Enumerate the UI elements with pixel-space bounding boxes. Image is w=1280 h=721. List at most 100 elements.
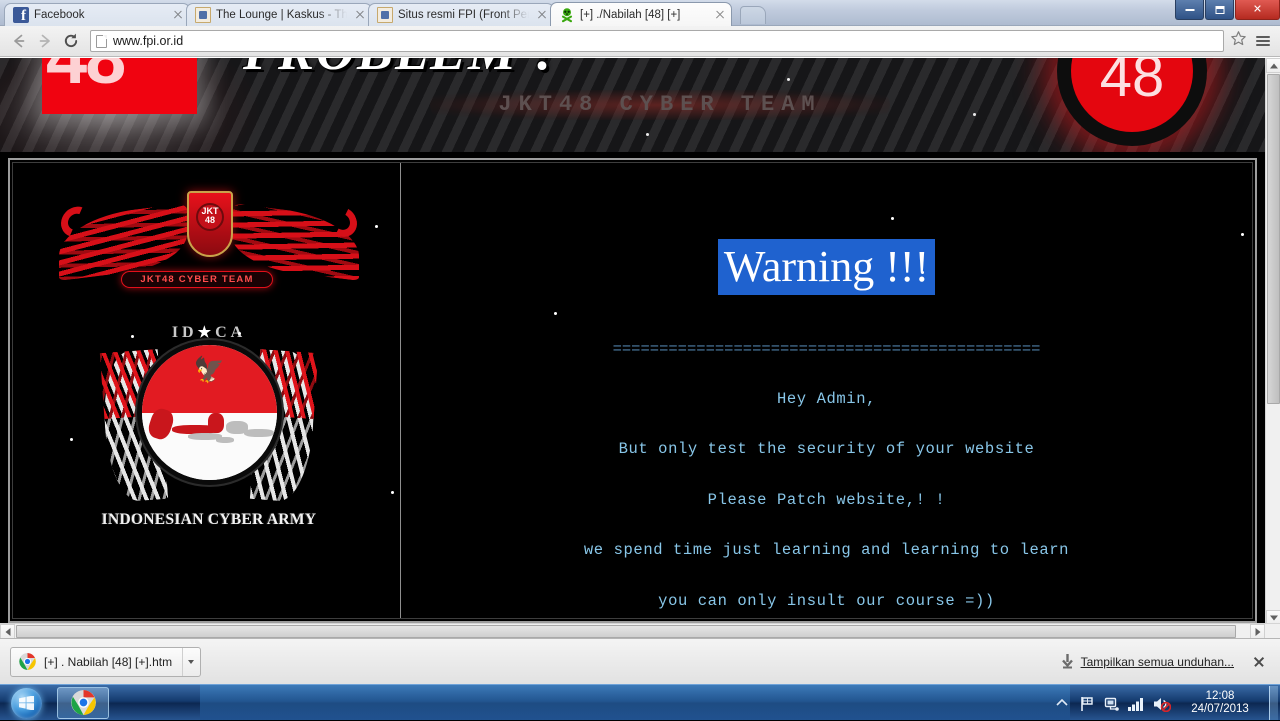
close-icon[interactable]: [1248, 651, 1270, 673]
tab-label: [+] ./Nabilah [48] [+]: [580, 8, 681, 21]
defaced-page: 48 PROBLEM ! JKT48 CYBER TEAM 48: [0, 58, 1265, 638]
tab-close-icon[interactable]: [713, 8, 727, 22]
new-tab-button[interactable]: [740, 6, 766, 24]
url-text: www.fpi.or.id: [113, 34, 184, 48]
tab-label: Facebook: [34, 9, 85, 21]
tab-close-icon[interactable]: [353, 8, 367, 22]
vertical-scroll-thumb[interactable]: [1267, 74, 1280, 404]
show-all-downloads-label: Tampilkan semua unduhan...: [1080, 654, 1234, 669]
logo-number: 48: [1099, 58, 1165, 109]
warning-title-wrap: Warning !!!: [401, 239, 1252, 295]
scroll-left-button[interactable]: [0, 624, 15, 638]
indonesian-cyber-army-logo: ID★CA 🦅 INDONESIAN CYBER ARMY: [99, 323, 319, 543]
dust-speck: [238, 332, 241, 335]
message-line: you can only insult our course =)): [658, 591, 995, 610]
vertical-scrollbar[interactable]: [1265, 58, 1280, 625]
taskbar-chrome-button[interactable]: [57, 686, 109, 719]
minimize-button[interactable]: [1175, 0, 1204, 20]
network-icon[interactable]: [1101, 693, 1122, 713]
tab-close-icon[interactable]: [171, 8, 185, 22]
page-viewport: 48 PROBLEM ! JKT48 CYBER TEAM 48: [0, 58, 1280, 638]
dust-speck: [891, 217, 894, 220]
page-banner: 48 PROBLEM ! JKT48 CYBER TEAM 48: [0, 58, 1265, 152]
chrome-icon: [19, 653, 36, 670]
dust-speck: [646, 133, 649, 136]
download-arrow-icon: [1061, 654, 1074, 669]
show-desktop-button[interactable]: [1269, 686, 1278, 720]
windows-flag-icon: [19, 695, 34, 710]
scrollbar-corner: [1265, 624, 1280, 638]
dust-speck: [1241, 233, 1244, 236]
indonesia-map: [145, 406, 277, 451]
chrome-icon: [70, 690, 96, 715]
tab-kaskus[interactable]: The Lounge | Kaskus - The: [186, 3, 372, 26]
message-line: Hey Admin,: [776, 389, 876, 408]
page-icon: [96, 34, 107, 48]
tab-close-icon[interactable]: [535, 8, 549, 22]
star-icon[interactable]: [1230, 30, 1252, 52]
forward-arrow-icon[interactable]: [32, 28, 58, 54]
address-bar[interactable]: www.fpi.or.id: [90, 30, 1224, 52]
start-orb-icon[interactable]: [4, 686, 50, 720]
system-tray: 12:08 24/07/2013: [1049, 685, 1280, 721]
action-center-flag-icon[interactable]: [1076, 693, 1097, 713]
windows-taskbar: 12:08 24/07/2013: [0, 684, 1280, 720]
dust-speck: [70, 438, 73, 441]
garuda-icon: 🦅: [193, 356, 226, 384]
dust-speck: [554, 312, 557, 315]
horizontal-scrollbar[interactable]: [0, 623, 1280, 638]
show-hidden-icons-caret[interactable]: [1051, 693, 1072, 713]
back-arrow-icon[interactable]: [6, 28, 32, 54]
show-all-downloads-button[interactable]: Tampilkan semua unduhan...: [1061, 654, 1234, 669]
dust-speck: [131, 335, 134, 338]
download-menu-caret-icon[interactable]: [182, 647, 198, 676]
wing-right: [231, 203, 362, 281]
dust-speck: [375, 225, 378, 228]
hamburger-menu-icon[interactable]: [1252, 28, 1274, 54]
browser-toolbar: www.fpi.or.id: [0, 26, 1280, 57]
wing-left: [56, 201, 187, 281]
generic-page-icon: [195, 7, 211, 23]
scroll-up-button[interactable]: [1266, 58, 1280, 73]
clock-date: 24/07/2013: [1191, 703, 1249, 715]
dust-speck: [391, 491, 394, 494]
clock-time: 12:08: [1205, 690, 1235, 702]
horizontal-scroll-thumb[interactable]: [16, 625, 1236, 638]
content-frame: JKT 48 JKT48 CYBER TEAM ID★CA 🦅 INDONESI…: [8, 158, 1257, 623]
left-logo-panel: JKT 48 JKT48 CYBER TEAM ID★CA 🦅 INDONESI…: [13, 163, 401, 618]
tab-facebook[interactable]: Facebook: [4, 3, 190, 26]
signal-bars-icon[interactable]: [1126, 693, 1147, 713]
close-button[interactable]: ✕: [1235, 0, 1280, 20]
download-item[interactable]: [+] . Nabilah [48] [+].htm: [10, 646, 202, 677]
divider-rule-top: ========================================…: [612, 339, 1041, 358]
shield-icon: JKT 48: [187, 191, 233, 257]
badge-number: 48: [40, 58, 200, 105]
reload-icon[interactable]: [58, 28, 84, 54]
download-file-name: [+] . Nabilah [48] [+].htm: [44, 654, 173, 669]
message-line: But only test the security of your websi…: [618, 440, 1035, 459]
dust-speck: [787, 78, 790, 81]
star-icon: ★: [197, 325, 216, 341]
facebook-icon: [13, 7, 29, 24]
message-line: we spend time just learning and learning…: [583, 541, 1070, 560]
ica-id-text: ID: [171, 324, 198, 341]
tab-nabilah[interactable]: [+] ./Nabilah [48] [+]: [550, 2, 732, 26]
download-shelf: [+] . Nabilah [48] [+].htm Tampilkan sem…: [0, 638, 1280, 684]
restore-button[interactable]: [1205, 0, 1234, 20]
scroll-right-button[interactable]: [1250, 624, 1265, 638]
warning-title: Warning !!!: [717, 239, 936, 295]
dust-speck: [921, 271, 924, 274]
jkt48-wings-logo: JKT 48: [56, 191, 362, 311]
taskbar-background: [200, 685, 1070, 720]
banner-subtitle: JKT48 CYBER TEAM: [430, 90, 890, 120]
tab-strip: Facebook The Lounge | Kaskus - The Situs…: [0, 0, 1280, 26]
browser-window: Facebook The Lounge | Kaskus - The Situs…: [0, 0, 1280, 684]
tab-fpi[interactable]: Situs resmi FPI (Front Pem: [368, 3, 554, 26]
window-controls: ✕: [1174, 0, 1280, 22]
generic-page-icon: [377, 7, 393, 23]
ica-ca-text: CA: [215, 324, 247, 341]
right-message-panel: Warning !!! ============================…: [401, 163, 1252, 618]
volume-muted-icon[interactable]: [1151, 693, 1172, 713]
hacker-message: ========================================…: [401, 307, 1252, 638]
taskbar-clock[interactable]: 12:08 24/07/2013: [1178, 690, 1262, 716]
